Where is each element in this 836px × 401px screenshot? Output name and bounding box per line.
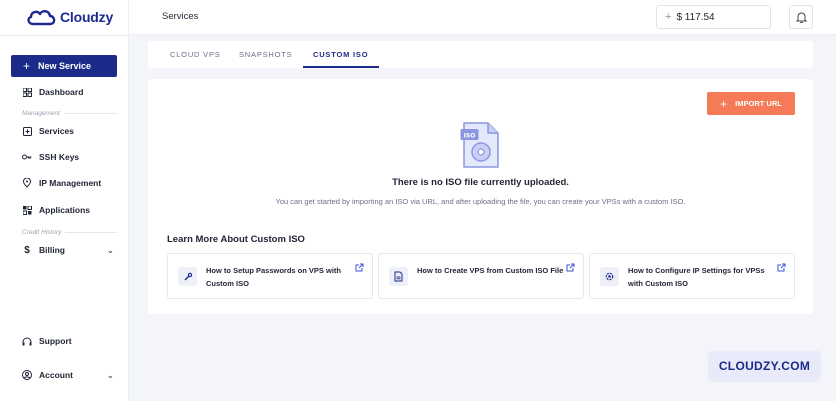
brand-logo[interactable]: Cloudzy: [25, 6, 113, 28]
help-card-title: How to Configure IP Settings for VPSs wi…: [628, 266, 765, 288]
sidebar-item-billing[interactable]: $ Billing ⌄: [22, 243, 113, 257]
new-service-button[interactable]: + New Service: [11, 55, 117, 77]
sidebar-item-ip-management[interactable]: IP Management: [22, 176, 101, 190]
iso-file-icon: ISO: [460, 122, 499, 168]
tab-custom-iso[interactable]: CUSTOM ISO: [313, 50, 368, 59]
external-link-icon: [777, 263, 786, 272]
tabs-bar: CLOUD VPS SNAPSHOTS CUSTOM ISO: [148, 41, 813, 68]
key-icon: [22, 152, 32, 162]
sidebar-item-applications[interactable]: Applications: [22, 203, 90, 217]
location-pin-icon: [22, 178, 32, 188]
sidebar-item-label: SSH Keys: [39, 152, 80, 162]
help-card-create-vps[interactable]: How to Create VPS from Custom ISO File: [378, 253, 584, 299]
import-url-label: IMPORT URL: [735, 99, 782, 108]
balance-value: $ 117.54: [676, 11, 715, 23]
import-url-button[interactable]: + IMPORT URL: [707, 92, 795, 115]
help-card-title: How to Create VPS from Custom ISO File: [417, 266, 564, 275]
iso-badge-label: ISO: [464, 133, 476, 140]
chevron-down-icon: ⌄: [107, 245, 114, 255]
gear-icon: [600, 267, 619, 286]
sidebar-item-ssh-keys[interactable]: SSH Keys: [22, 150, 79, 164]
balance-button[interactable]: + $ 117.54: [656, 5, 771, 29]
bell-icon: [795, 12, 807, 23]
empty-state-subtitle: You can get started by importing an ISO …: [275, 197, 686, 206]
tab-snapshots[interactable]: SNAPSHOTS: [239, 50, 292, 59]
sidebar-item-label: Dashboard: [39, 87, 84, 97]
sidebar-item-account[interactable]: Account ⌄: [22, 368, 114, 382]
external-link-icon: [566, 263, 575, 272]
active-tab-indicator: [303, 66, 379, 68]
new-service-label: New Service: [38, 61, 92, 71]
plus-square-icon: [22, 126, 32, 136]
external-link-icon: [355, 263, 364, 272]
section-management: Management: [22, 110, 117, 117]
dollar-icon: $: [24, 244, 30, 256]
cloud-logo-icon: [27, 10, 56, 26]
custom-iso-panel: + IMPORT URL ISO There is no ISO file cu…: [148, 79, 813, 314]
sidebar-item-support[interactable]: Support: [22, 334, 72, 348]
cloudzy-watermark: CLOUDZY.COM: [709, 351, 820, 380]
apps-icon: [22, 205, 32, 215]
chevron-down-icon: ⌄: [107, 370, 114, 380]
sidebar-item-services[interactable]: Services: [22, 124, 74, 138]
notifications-button[interactable]: [789, 5, 813, 29]
plus-icon: +: [665, 11, 672, 23]
grid-icon: [22, 87, 32, 97]
help-card-title: How to Setup Passwords on VPS with Custo…: [206, 266, 342, 288]
sidebar-item-label: Support: [39, 336, 72, 346]
sidebar-item-label: IP Management: [39, 178, 102, 188]
sidebar: Cloudzy + New Service Dashboard Manageme…: [0, 0, 129, 401]
section-credit-history: Credit History: [22, 229, 117, 236]
learn-more-heading: Learn More About Custom ISO: [167, 234, 305, 245]
file-icon: [389, 267, 408, 286]
help-card-passwords[interactable]: How to Setup Passwords on VPS with Custo…: [167, 253, 373, 299]
sidebar-item-label: Applications: [39, 205, 91, 215]
plus-icon: +: [23, 59, 31, 73]
key-icon: [178, 267, 197, 286]
help-card-ip-settings[interactable]: How to Configure IP Settings for VPSs wi…: [589, 253, 795, 299]
sidebar-item-label: Billing: [39, 245, 65, 255]
plus-icon: +: [720, 96, 728, 111]
sidebar-item-label: Account: [39, 370, 73, 380]
sidebar-item-dashboard[interactable]: Dashboard: [22, 85, 83, 99]
brand-name: Cloudzy: [60, 9, 114, 25]
sidebar-item-label: Services: [39, 126, 74, 136]
top-header: Services + $ 117.54: [129, 0, 836, 35]
headset-icon: [22, 336, 32, 346]
tab-cloud-vps[interactable]: CLOUD VPS: [170, 50, 221, 59]
page-title: Services: [162, 11, 199, 22]
divider: [0, 35, 129, 36]
empty-state-title: There is no ISO file currently uploaded.: [392, 177, 569, 188]
user-circle-icon: [22, 370, 32, 380]
